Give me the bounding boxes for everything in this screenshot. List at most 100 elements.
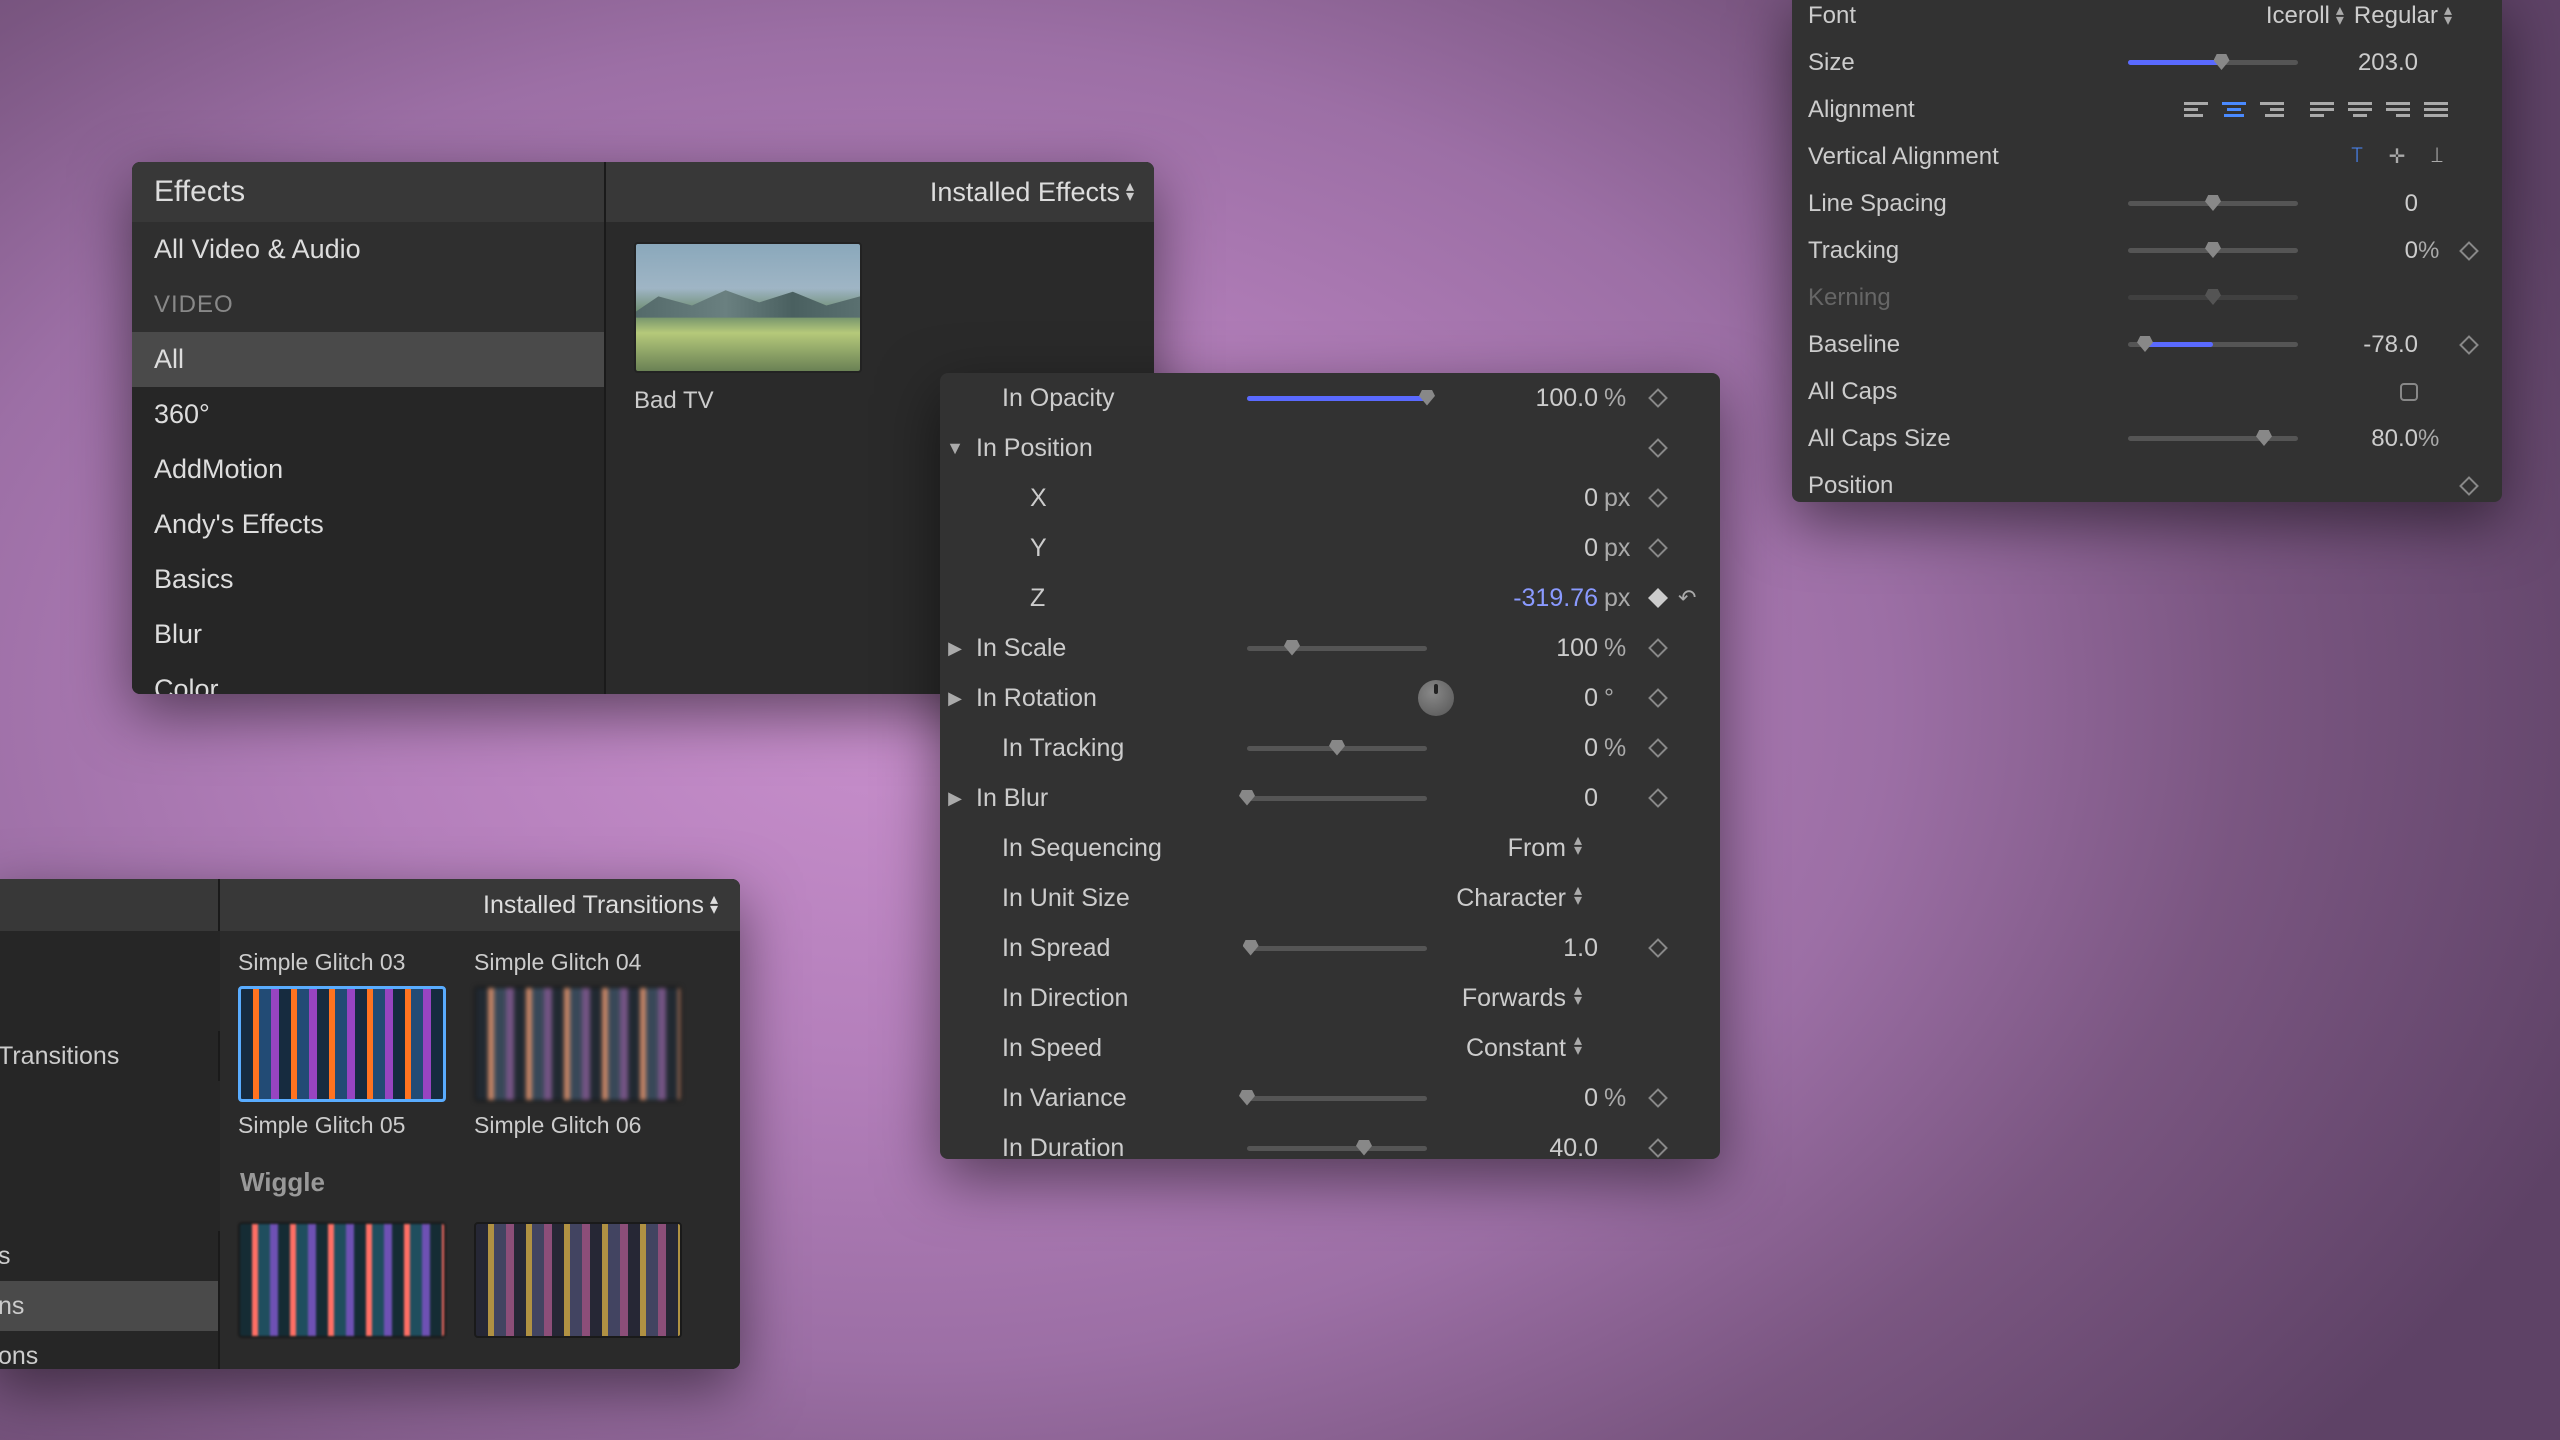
opacity-value[interactable]: 100.0	[1464, 384, 1604, 413]
sidebar-item-partial-s[interactable]: s	[0, 1231, 220, 1281]
disclosure-triangle-icon[interactable]: ▼	[940, 438, 970, 459]
keyframe-button[interactable]	[1638, 591, 1678, 605]
size-value[interactable]: 203.0	[2298, 49, 2418, 77]
linespacing-slider[interactable]	[2128, 201, 2298, 206]
param-row-spread: In Spread 1.0	[940, 923, 1720, 973]
disclosure-triangle-icon[interactable]: ▶	[940, 638, 970, 659]
dropdown-caret-icon	[2336, 6, 2344, 25]
keyframe-button[interactable]	[1638, 691, 1678, 705]
baseline-value[interactable]: -78.0	[2298, 331, 2418, 359]
font-family-dropdown[interactable]: Iceroll	[2266, 2, 2344, 30]
param-row-speed: In Speed Constant	[940, 1023, 1720, 1073]
param-row-y: Y 0 px	[940, 523, 1720, 573]
keyframe-button[interactable]	[1638, 1141, 1678, 1155]
param-row-rotation: ▶ In Rotation 0 °	[940, 673, 1720, 723]
linespacing-value[interactable]: 0	[2298, 190, 2418, 218]
variance-value[interactable]: 0	[1464, 1084, 1604, 1113]
tracking-slider[interactable]	[1247, 746, 1427, 751]
justify-center-button[interactable]	[2344, 97, 2376, 123]
speed-dropdown[interactable]: Constant	[1210, 1034, 1568, 1063]
text-label: Vertical Alignment	[1808, 143, 2008, 171]
param-row-direction: In Direction Forwards	[940, 973, 1720, 1023]
sidebar-item-andys-effects[interactable]: Andy's Effects	[132, 497, 606, 552]
param-label: In Unit Size	[970, 884, 1210, 913]
allcapssize-slider[interactable]	[2128, 436, 2298, 441]
keyframe-button[interactable]	[1638, 541, 1678, 555]
keyframe-button[interactable]	[2452, 244, 2486, 258]
sidebar-item-color[interactable]: Color	[132, 662, 606, 694]
rotation-value[interactable]: 0	[1464, 684, 1604, 713]
sidebar-item-all[interactable]: All	[132, 332, 606, 387]
disclosure-triangle-icon[interactable]: ▶	[940, 688, 970, 709]
sidebar-item-partial-ons[interactable]: ons	[0, 1331, 220, 1369]
valign-bottom-button[interactable]: ⟘	[2422, 144, 2452, 170]
keyframe-button[interactable]	[1638, 491, 1678, 505]
transition-item-wiggle-2[interactable]	[474, 1222, 682, 1338]
reset-button[interactable]: ↶	[1678, 585, 1706, 611]
sequencing-dropdown[interactable]: From	[1210, 834, 1568, 863]
sidebar-item-blur[interactable]: Blur	[132, 607, 606, 662]
sidebar-item-addmotion[interactable]: AddMotion	[132, 442, 606, 497]
valign-middle-button[interactable]: ✛	[2382, 144, 2412, 170]
x-value[interactable]: 0	[1464, 484, 1604, 513]
sidebar-section-video: VIDEO	[132, 277, 606, 332]
align-right-button[interactable]	[2256, 97, 2288, 123]
sidebar-item-all-video-audio[interactable]: All Video & Audio	[132, 222, 606, 277]
effects-filter-dropdown[interactable]: Installed Effects	[606, 162, 1154, 222]
spread-slider[interactable]	[1247, 946, 1427, 951]
sidebar-item-transitions[interactable]: Transitions	[0, 1031, 220, 1081]
keyframe-button[interactable]	[1638, 441, 1678, 455]
justify-left-button[interactable]	[2306, 97, 2338, 123]
keyframe-button[interactable]	[1638, 791, 1678, 805]
variance-slider[interactable]	[1247, 1096, 1427, 1101]
text-row-allcapssize: All Caps Size 80.0 %	[1792, 415, 2502, 462]
param-label: Y	[970, 534, 1210, 563]
unitsize-dropdown[interactable]: Character	[1210, 884, 1568, 913]
param-label: Z	[970, 584, 1210, 613]
sidebar-item-basics[interactable]: Basics	[132, 552, 606, 607]
keyframe-button[interactable]	[1638, 941, 1678, 955]
tracking-value[interactable]: 0	[1464, 734, 1604, 763]
transition-item-glitch-04[interactable]: Simple Glitch 04 Simple Glitch 06	[474, 949, 682, 1139]
font-style-dropdown[interactable]: Regular	[2354, 2, 2452, 30]
allcapssize-value[interactable]: 80.0	[2298, 425, 2418, 453]
duration-value[interactable]: 40.0	[1464, 1134, 1604, 1160]
keyframe-button[interactable]	[2452, 338, 2486, 352]
z-value[interactable]: -319.76	[1464, 584, 1604, 613]
text-label: All Caps	[1808, 378, 2008, 406]
scale-slider[interactable]	[1247, 646, 1427, 651]
blur-slider[interactable]	[1247, 796, 1427, 801]
align-center-button[interactable]	[2218, 97, 2250, 123]
blur-value[interactable]: 0	[1464, 784, 1604, 813]
spread-value[interactable]: 1.0	[1464, 934, 1604, 963]
direction-dropdown[interactable]: Forwards	[1210, 984, 1568, 1013]
transition-item-wiggle-1[interactable]	[238, 1222, 446, 1338]
effect-thumb-bad-tv[interactable]: Bad TV	[634, 242, 864, 415]
keyframe-button[interactable]	[1638, 641, 1678, 655]
unit-label: °	[1604, 684, 1638, 713]
transitions-filter-dropdown[interactable]: Installed Transitions	[220, 879, 740, 931]
allcaps-checkbox[interactable]	[2400, 383, 2418, 401]
text-tracking-slider[interactable]	[2128, 248, 2298, 253]
keyframe-button[interactable]	[2452, 479, 2486, 493]
scale-value[interactable]: 100	[1464, 634, 1604, 663]
keyframe-button[interactable]	[1638, 391, 1678, 405]
keyframe-button[interactable]	[1638, 741, 1678, 755]
justify-full-button[interactable]	[2420, 97, 2452, 123]
duration-slider[interactable]	[1247, 1146, 1427, 1151]
rotation-dial[interactable]	[1418, 680, 1454, 716]
behavior-inspector-panel: In Opacity 100.0 % ▼ In Position X 0 px …	[940, 373, 1720, 1159]
valign-top-button[interactable]: ⟙	[2342, 144, 2372, 170]
transition-item-glitch-03[interactable]: Simple Glitch 03 Simple Glitch 05	[238, 949, 446, 1139]
size-slider[interactable]	[2128, 60, 2298, 65]
opacity-slider[interactable]	[1247, 396, 1427, 401]
sidebar-item-partial-ns[interactable]: ns	[0, 1281, 220, 1331]
y-value[interactable]: 0	[1464, 534, 1604, 563]
disclosure-triangle-icon[interactable]: ▶	[940, 788, 970, 809]
justify-right-button[interactable]	[2382, 97, 2414, 123]
align-left-button[interactable]	[2180, 97, 2212, 123]
sidebar-item-360[interactable]: 360°	[132, 387, 606, 442]
keyframe-button[interactable]	[1638, 1091, 1678, 1105]
baseline-slider[interactable]	[2128, 342, 2298, 347]
text-tracking-value[interactable]: 0	[2298, 237, 2418, 265]
